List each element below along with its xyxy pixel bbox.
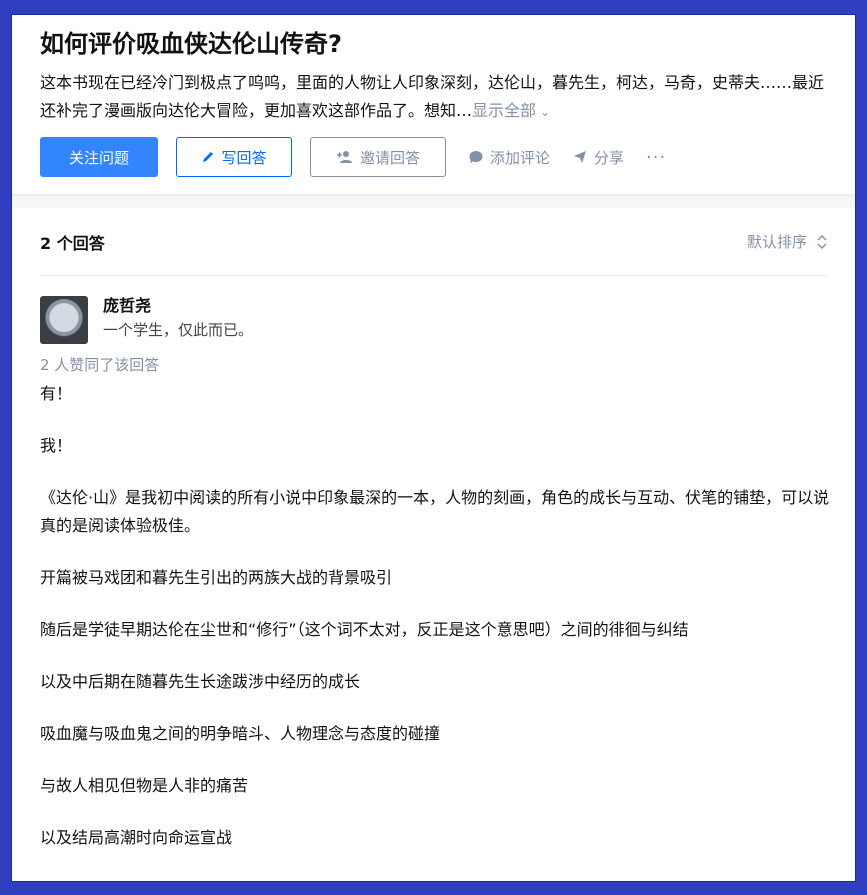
sort-dropdown[interactable]: 默认排序 (747, 231, 827, 252)
question-detail-text: 这本书现在已经冷门到极点了呜呜，里面的人物让人印象深刻，达伦山，暮先生，柯达，马… (40, 73, 825, 120)
answer-content: 有！ 我！ 《达伦·山》是我初中阅读的所有小说中印象最深的一本，人物的刻画，角色… (40, 380, 832, 852)
write-answer-label: 写回答 (221, 148, 267, 167)
add-user-icon (336, 151, 352, 163)
answer-author: 庞哲尧 一个学生，仅此而已。 (40, 296, 827, 344)
share-label: 分享 (594, 148, 625, 167)
answer-paragraph: 《达伦·山》是我初中阅读的所有小说中印象最深的一本，人物的刻画，角色的成长与互动… (40, 488, 830, 535)
follow-question-button[interactable]: 关注问题 (40, 137, 158, 177)
question-action-bar: 关注问题 写回答 邀请回答 添加评论 分享 ··· (40, 136, 827, 178)
answer-paragraph: 与故人相见但物是人非的痛苦 (40, 776, 249, 795)
share-icon (574, 151, 587, 163)
answer-paragraph: 以及中后期在随暮先生长途跋涉中经历的成长 (40, 672, 361, 691)
show-all-label: 显示全部 (472, 101, 537, 120)
answer-paragraph: 吸血魔与吸血鬼之间的明争暗斗、人物理念与态度的碰撞 (40, 724, 441, 743)
answers-card: 2 个回答 默认排序 庞哲尧 一个学生，仅此而已。 2 人赞同了该回答 有！ 我… (12, 208, 855, 881)
more-options-button[interactable]: ··· (646, 147, 666, 168)
vote-count[interactable]: 2 人赞同了该回答 (40, 354, 827, 376)
answers-count: 2 个回答 (40, 233, 105, 253)
answer-paragraph: 我！ (40, 436, 73, 455)
comment-icon (469, 151, 483, 163)
author-info: 庞哲尧 一个学生，仅此而已。 (103, 294, 253, 342)
pencil-icon (203, 152, 214, 162)
avatar[interactable] (40, 296, 88, 344)
answer-paragraph: 以及结局高潮时向命运宣战 (40, 828, 233, 847)
sort-arrows-icon (817, 234, 827, 249)
share-button[interactable]: 分享 (572, 147, 624, 168)
author-name[interactable]: 庞哲尧 (103, 294, 253, 318)
screenshot-frame: 如何评价吸血侠达伦山传奇? 这本书现在已经冷门到极点了呜呜，里面的人物让人印象深… (11, 14, 856, 882)
author-bio: 一个学生，仅此而已。 (103, 321, 254, 339)
answer-paragraph: 开篇被马戏团和暮先生引出的两族大战的背景吸引 (40, 568, 393, 587)
sort-label: 默认排序 (746, 233, 807, 251)
write-answer-button[interactable]: 写回答 (176, 137, 292, 177)
question-title: 如何评价吸血侠达伦山传奇? (40, 30, 342, 58)
show-all-link[interactable]: 显示全部 ⌄ (472, 101, 550, 120)
question-card: 如何评价吸血侠达伦山传奇? 这本书现在已经冷门到极点了呜呜，里面的人物让人印象深… (12, 15, 855, 194)
answer-paragraph: 有！ (40, 384, 73, 403)
chevron-down-icon: ⌄ (540, 105, 551, 119)
invite-answer-button[interactable]: 邀请回答 (310, 137, 446, 177)
answers-header: 2 个回答 默认排序 (40, 208, 827, 276)
add-comment-label: 添加评论 (490, 148, 551, 167)
invite-answer-label: 邀请回答 (359, 148, 420, 167)
add-comment-button[interactable]: 添加评论 (468, 147, 550, 168)
question-detail: 这本书现在已经冷门到极点了呜呜，里面的人物让人印象深刻，达伦山，暮先生，柯达，马… (40, 69, 830, 126)
answer-paragraph: 随后是学徒早期达伦在尘世和“修行”（这个词不太对，反正是这个意思吧）之间的徘徊与… (40, 620, 689, 639)
